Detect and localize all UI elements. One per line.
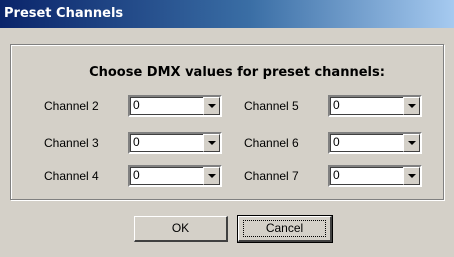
channel-6-value: 0 xyxy=(333,135,340,149)
channel-3-select[interactable]: 0 xyxy=(128,132,222,154)
channel-6-select[interactable]: 0 xyxy=(328,132,422,154)
chevron-down-icon xyxy=(207,141,216,145)
channel-4-value: 0 xyxy=(133,168,140,182)
ok-button[interactable]: OK xyxy=(134,216,228,242)
channel-3-value: 0 xyxy=(133,135,140,149)
chevron-down-icon xyxy=(407,104,416,108)
focus-indicator xyxy=(243,220,326,237)
channel-4-dropdown-button[interactable] xyxy=(203,167,220,185)
group-heading: Choose DMX values for preset channels: xyxy=(89,65,385,80)
channel-2-label: Channel 2 xyxy=(44,99,99,113)
channel-5-select[interactable]: 0 xyxy=(328,95,422,117)
channel-2-dropdown-button[interactable] xyxy=(203,97,220,115)
channel-2-value: 0 xyxy=(133,98,140,112)
chevron-down-icon xyxy=(407,141,416,145)
channel-5-value: 0 xyxy=(333,98,340,112)
channel-7-value: 0 xyxy=(333,168,340,182)
channel-2-select[interactable]: 0 xyxy=(128,95,222,117)
chevron-down-icon xyxy=(407,174,416,178)
channel-3-dropdown-button[interactable] xyxy=(203,134,220,152)
channel-5-dropdown-button[interactable] xyxy=(403,97,420,115)
channel-7-label: Channel 7 xyxy=(244,169,299,183)
channel-7-dropdown-button[interactable] xyxy=(403,167,420,185)
preset-channels-dialog: Preset Channels Choose DMX values for pr… xyxy=(0,0,454,257)
channel-5-label: Channel 5 xyxy=(244,99,299,113)
channel-6-label: Channel 6 xyxy=(244,136,299,150)
channel-7-select[interactable]: 0 xyxy=(328,165,422,187)
chevron-down-icon xyxy=(207,174,216,178)
channel-4-label: Channel 4 xyxy=(44,169,99,183)
cancel-button[interactable]: Cancel xyxy=(237,215,333,243)
window-title: Preset Channels xyxy=(0,0,454,28)
channel-6-dropdown-button[interactable] xyxy=(403,134,420,152)
channel-4-select[interactable]: 0 xyxy=(128,165,222,187)
chevron-down-icon xyxy=(207,104,216,108)
channel-3-label: Channel 3 xyxy=(44,136,99,150)
